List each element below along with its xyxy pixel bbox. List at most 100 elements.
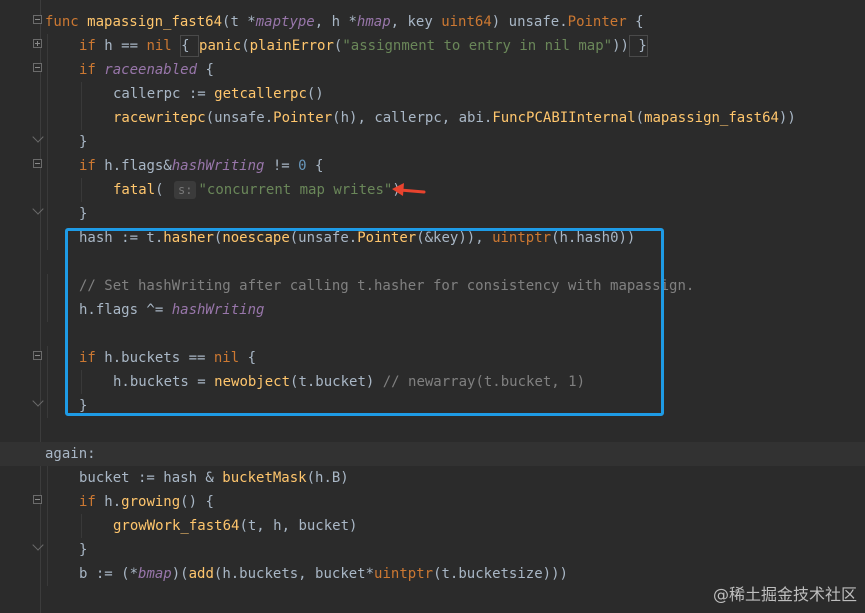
code-token: { xyxy=(306,158,324,174)
code-line[interactable]: } xyxy=(0,130,865,154)
indent-guide xyxy=(47,394,48,418)
code-line[interactable]: if raceenabled { xyxy=(0,58,865,82)
code-token: callerpc := xyxy=(113,86,215,102)
indent-guide xyxy=(47,514,48,538)
code-token: } xyxy=(79,134,88,150)
code-line[interactable]: racewritepc(unsafe.Pointer(h), callerpc,… xyxy=(0,106,865,130)
code-token: (h.B) xyxy=(306,470,349,486)
code-token: bmap xyxy=(138,566,172,582)
code-line[interactable]: fatal( s:"concurrent map writes") xyxy=(0,178,865,202)
code-token: , h * xyxy=(314,14,357,30)
code-token: add xyxy=(188,566,214,582)
indent-guide xyxy=(47,562,48,586)
code-token: getcallerpc xyxy=(214,86,307,102)
code-token: bucket := hash & xyxy=(79,470,223,486)
code-line[interactable]: if h.flags&hashWriting != 0 { xyxy=(0,154,865,178)
code-token: (t, h, bucket) xyxy=(239,518,358,534)
code-token: hashWriting xyxy=(171,158,265,174)
code-token: (unsafe. xyxy=(205,110,274,126)
code-token: )( xyxy=(171,566,189,582)
highlight-box xyxy=(65,228,664,416)
code-token: b := (* xyxy=(79,566,139,582)
indent-guide xyxy=(47,82,48,106)
code-line[interactable]: if h.growing() { xyxy=(0,490,865,514)
code-token: h. xyxy=(104,494,122,510)
code-token: != xyxy=(264,158,299,174)
code-token: () { xyxy=(180,494,214,510)
code-token: func xyxy=(45,14,88,30)
code-token: 0 xyxy=(298,158,307,174)
code-token: racewritepc xyxy=(113,110,206,126)
code-token: growWork_fast64 xyxy=(113,518,240,534)
code-token: plainError xyxy=(249,38,334,54)
indent-guide xyxy=(47,490,48,514)
code-token: h.flags& xyxy=(104,158,172,174)
code-token: nil xyxy=(146,38,181,54)
code-token: FuncPCABIInternal xyxy=(492,110,636,126)
code-line[interactable]: if h == nil { panic(plainError("assignme… xyxy=(0,34,865,58)
code-token: if xyxy=(79,494,105,510)
code-token: () xyxy=(306,86,324,102)
indent-guide xyxy=(47,274,48,298)
code-token: if xyxy=(79,38,105,54)
code-token: Pointer xyxy=(567,14,627,30)
code-token: (h.buckets, bucket* xyxy=(213,566,375,582)
code-token: mapassign_fast64 xyxy=(87,14,223,30)
code-line[interactable]: again: xyxy=(0,442,865,466)
indent-guide xyxy=(47,346,48,370)
code-token: bucketMask xyxy=(222,470,307,486)
code-token: panic xyxy=(199,38,242,54)
code-line[interactable]: callerpc := getcallerpc() xyxy=(0,82,865,106)
code-token: again: xyxy=(45,446,96,462)
code-line[interactable]: bucket := hash & bucketMask(h.B) xyxy=(0,466,865,490)
code-token: maptype xyxy=(255,14,315,30)
code-line[interactable]: } xyxy=(0,538,865,562)
watermark: @稀土掘金技术社区 xyxy=(712,585,857,604)
code-line[interactable]: } xyxy=(0,202,865,226)
code-token: } xyxy=(79,206,88,222)
parameter-hint: s: xyxy=(174,181,197,199)
code-token: if xyxy=(79,158,105,174)
red-arrow-icon xyxy=(392,183,426,196)
indent-guide xyxy=(47,538,48,562)
code-token: )) xyxy=(612,38,629,54)
code-token: uintptr xyxy=(374,566,434,582)
indent-guide xyxy=(47,298,48,322)
code-token: hmap xyxy=(356,14,391,30)
code-token: ) unsafe. xyxy=(491,14,568,30)
indent-guide xyxy=(47,226,48,250)
code-token: Pointer xyxy=(273,110,333,126)
code-token: mapassign_fast64 xyxy=(644,110,779,126)
code-token: ( xyxy=(241,38,250,54)
indent-guide xyxy=(47,370,48,394)
code-token: raceenabled xyxy=(104,62,198,78)
code-token: { xyxy=(626,14,644,30)
indent-guide xyxy=(47,34,48,58)
code-token: h == xyxy=(104,38,147,54)
code-token: (h), callerpc, abi. xyxy=(332,110,493,126)
code-token: , key xyxy=(390,14,442,30)
code-token: )) xyxy=(778,110,796,126)
code-line[interactable] xyxy=(0,418,865,442)
code-token: if xyxy=(79,62,105,78)
code-token: { xyxy=(197,62,214,78)
code-token: "concurrent map writes" xyxy=(198,182,393,198)
indent-guide xyxy=(81,106,82,130)
code-token: } xyxy=(79,542,88,558)
indent-guide xyxy=(81,82,82,106)
indent-guide xyxy=(47,178,48,202)
code-token: ( xyxy=(155,182,173,198)
folded-block: { xyxy=(180,35,200,57)
code-token: fatal xyxy=(113,182,156,198)
indent-guide xyxy=(47,466,48,490)
code-token: uint64 xyxy=(441,14,492,30)
code-token: (t.bucketsize))) xyxy=(433,566,568,582)
indent-guide xyxy=(81,514,82,538)
code-token: "assignment to entry in nil map" xyxy=(342,38,613,54)
code-token: ( xyxy=(635,110,645,126)
indent-guide xyxy=(47,202,48,226)
code-line[interactable]: func mapassign_fast64(t *maptype, h *hma… xyxy=(0,10,865,34)
code-line[interactable]: growWork_fast64(t, h, bucket) xyxy=(0,514,865,538)
code-token: growing xyxy=(121,494,181,510)
indent-guide xyxy=(81,178,82,202)
